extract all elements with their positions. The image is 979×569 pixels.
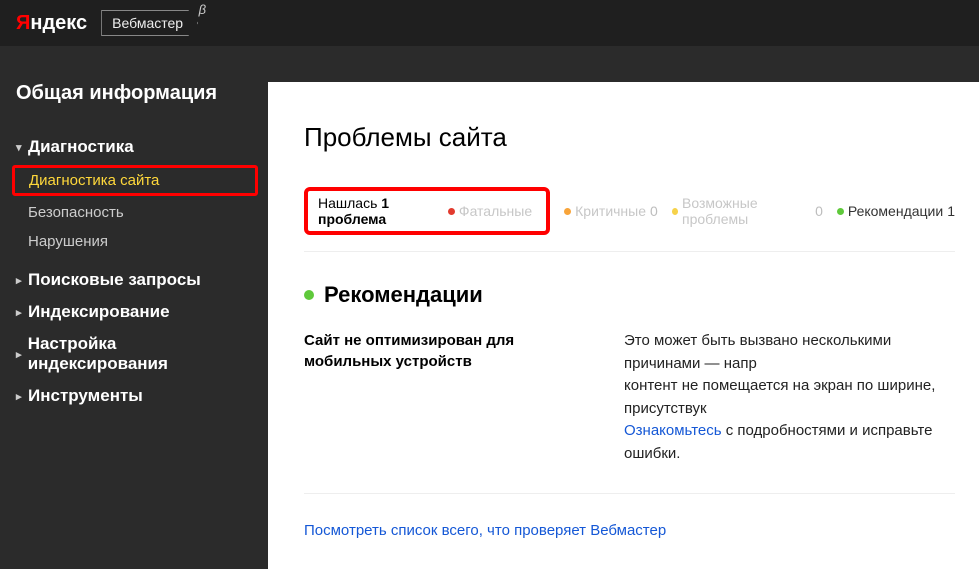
view-all-checks-link[interactable]: Посмотреть список всего, что проверяет В… (304, 522, 955, 539)
filter-count: 0 (815, 203, 823, 219)
content-area: Проблемы сайта Нашлась 1 проблема Фаталь… (268, 82, 979, 569)
sidebar-head-search-queries[interactable]: ▸ Поисковые запросы (0, 264, 268, 296)
found-text: Нашлась 1 проблема (318, 195, 436, 227)
sidebar-overview[interactable]: Общая информация (0, 82, 268, 123)
filter-row: Нашлась 1 проблема Фатальные Критичные 0… (304, 187, 955, 252)
sidebar-item-violations[interactable]: Нарушения (0, 227, 268, 256)
product-badge-wrap: Вебмастер β (101, 10, 198, 36)
beta-badge: β (199, 2, 206, 17)
sidebar-label: Инструменты (28, 386, 143, 406)
sidebar-head-indexing[interactable]: ▸ Индексирование (0, 296, 268, 328)
recommendation-row: Сайт не оптимизирован для мобильных устр… (304, 330, 955, 494)
caret-right-icon: ▸ (16, 274, 24, 287)
sidebar-label: Настройка индексирования (28, 334, 252, 374)
caret-right-icon: ▸ (16, 390, 24, 403)
page-title: Проблемы сайта (304, 122, 955, 153)
recommendation-description: Это может быть вызвано несколькими причи… (624, 330, 955, 465)
sidebar-group-diagnostics: ▾ Диагностика Диагностика сайта Безопасн… (0, 123, 268, 264)
rec-desc-line1: Это может быть вызвано несколькими причи… (624, 332, 891, 372)
filter-recommendations[interactable]: Рекомендации 1 (837, 203, 955, 219)
filter-count: 0 (650, 203, 658, 219)
rec-desc-line2: контент не помещается на экран по ширине… (624, 377, 935, 417)
rec-details-link[interactable]: Ознакомьтесь (624, 422, 722, 439)
logo[interactable]: Яндекс Вебмастер β (16, 10, 198, 36)
dot-red-icon (448, 208, 455, 215)
sidebar-label: Поисковые запросы (28, 270, 201, 290)
section-recommendations-heading: Рекомендации (304, 282, 955, 308)
product-badge[interactable]: Вебмастер (101, 10, 198, 36)
caret-right-icon: ▸ (16, 306, 24, 319)
yandex-logo: Яндекс (16, 12, 87, 35)
sidebar-head-diagnostics[interactable]: ▾ Диагностика (0, 131, 268, 163)
sidebar: Общая информация ▾ Диагностика Диагности… (0, 46, 268, 569)
main-layout: Общая информация ▾ Диагностика Диагности… (0, 46, 979, 569)
filter-count: 1 (947, 203, 955, 219)
sidebar-label: Диагностика (28, 137, 134, 157)
filter-label: Рекомендации (848, 203, 943, 219)
section-title: Рекомендации (324, 282, 483, 308)
topbar: Яндекс Вебмастер β (0, 0, 979, 46)
logo-letter-white: ндекс (30, 12, 87, 34)
filter-label: Возможные проблемы (682, 195, 811, 227)
recommendation-title: Сайт не оптимизирован для мобильных устр… (304, 330, 564, 465)
dot-yellow-icon (672, 208, 678, 215)
found-prefix: Нашлась (318, 195, 381, 211)
filter-possible[interactable]: Возможные проблемы 0 (672, 195, 823, 227)
dot-orange-icon (564, 208, 571, 215)
found-highlight-box: Нашлась 1 проблема Фатальные (304, 187, 550, 235)
sidebar-item-site-diagnostics-highlight: Диагностика сайта (12, 165, 258, 196)
sidebar-label: Индексирование (28, 302, 170, 322)
filter-label: Фатальные (459, 203, 532, 219)
logo-letter-red: Я (16, 12, 30, 34)
sidebar-item-security[interactable]: Безопасность (0, 198, 268, 227)
caret-down-icon: ▾ (16, 141, 24, 154)
dot-green-icon (837, 208, 844, 215)
filter-label: Критичные (575, 203, 646, 219)
dot-green-icon (304, 290, 314, 300)
sidebar-head-tools[interactable]: ▸ Инструменты (0, 380, 268, 412)
sidebar-head-indexing-settings[interactable]: ▸ Настройка индексирования (0, 328, 268, 380)
filter-fatal[interactable]: Фатальные (448, 203, 536, 219)
sidebar-item-site-diagnostics[interactable]: Диагностика сайта (29, 172, 159, 189)
caret-right-icon: ▸ (16, 348, 24, 361)
filter-critical[interactable]: Критичные 0 (564, 203, 658, 219)
